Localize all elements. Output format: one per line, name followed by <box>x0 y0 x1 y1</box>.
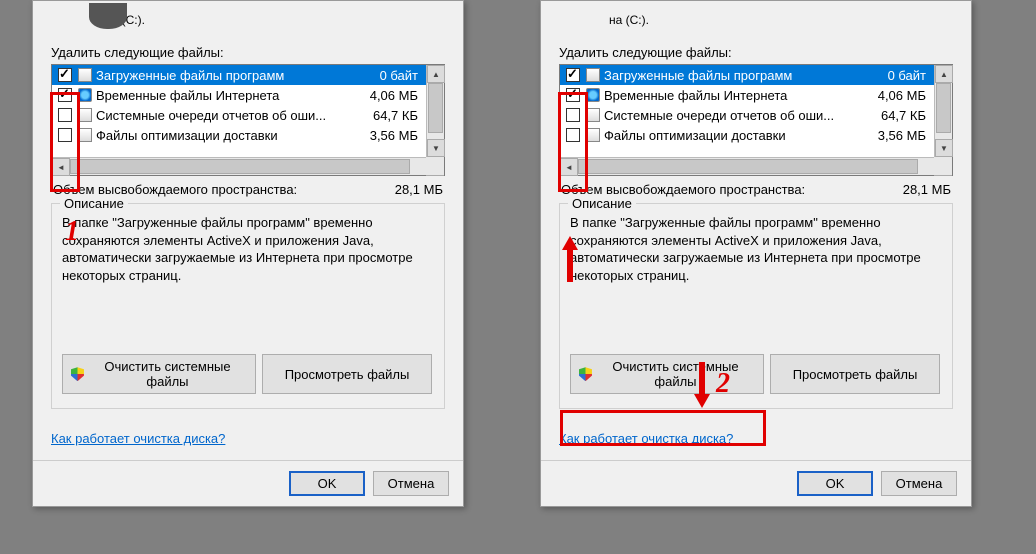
file-list: Загруженные файлы программ 0 байт Времен… <box>51 64 445 176</box>
files-to-delete-label: Удалить следующие файлы: <box>559 45 953 60</box>
scroll-thumb[interactable] <box>578 159 918 174</box>
file-row-delivery-opt[interactable]: Файлы оптимизации доставки 3,56 МБ <box>560 125 934 145</box>
drive-label: на (C:). <box>609 13 953 27</box>
description-legend: Описание <box>568 196 636 211</box>
drive-icon <box>89 3 127 29</box>
total-space-value: 28,1 МБ <box>903 182 951 197</box>
scroll-left-icon[interactable]: ◄ <box>52 158 70 176</box>
file-icon <box>586 68 600 82</box>
checkbox[interactable] <box>58 128 72 142</box>
file-name: Файлы оптимизации доставки <box>96 128 352 143</box>
file-size: 64,7 КБ <box>860 108 930 123</box>
view-files-button[interactable]: Просмотреть файлы <box>770 354 940 394</box>
scroll-left-icon[interactable]: ◄ <box>560 158 578 176</box>
checkbox[interactable] <box>58 68 72 82</box>
file-icon <box>586 108 600 122</box>
file-icon <box>586 128 600 142</box>
file-size: 0 байт <box>352 68 422 83</box>
globe-icon <box>78 88 92 102</box>
file-size: 4,06 МБ <box>860 88 930 103</box>
total-space-label: Объем высвобождаемого пространства: <box>53 182 297 197</box>
scroll-thumb[interactable] <box>428 83 443 133</box>
horizontal-scrollbar[interactable]: ◄ ► <box>52 157 444 175</box>
scroll-down-icon[interactable]: ▼ <box>427 139 445 157</box>
file-row-temp-internet[interactable]: Временные файлы Интернета 4,06 МБ <box>52 85 426 105</box>
scroll-corner <box>426 157 444 175</box>
clean-system-files-button[interactable]: Очистить системные файлы <box>570 354 764 394</box>
file-size: 3,56 МБ <box>860 128 930 143</box>
checkbox[interactable] <box>566 68 580 82</box>
checkbox[interactable] <box>566 108 580 122</box>
file-list: Загруженные файлы программ 0 байт Времен… <box>559 64 953 176</box>
file-icon <box>78 108 92 122</box>
file-icon <box>78 128 92 142</box>
description-group: Описание В папке "Загруженные файлы прог… <box>51 203 445 409</box>
file-size: 3,56 МБ <box>352 128 422 143</box>
cancel-button[interactable]: Отмена <box>881 471 957 496</box>
file-size: 0 байт <box>860 68 930 83</box>
scroll-up-icon[interactable]: ▲ <box>427 65 445 83</box>
file-row-system-reports[interactable]: Системные очереди отчетов об оши... 64,7… <box>52 105 426 125</box>
description-text: В папке "Загруженные файлы программ" вре… <box>570 214 942 284</box>
help-link[interactable]: Как работает очистка диска? <box>559 431 733 446</box>
file-name: Загруженные файлы программ <box>604 68 860 83</box>
globe-icon <box>586 88 600 102</box>
file-row-delivery-opt[interactable]: Файлы оптимизации доставки 3,56 МБ <box>52 125 426 145</box>
disk-cleanup-dialog-2: на (C:). Удалить следующие файлы: Загруж… <box>540 0 972 507</box>
file-name: Загруженные файлы программ <box>96 68 352 83</box>
disk-cleanup-dialog-1: на (C:). Удалить следующие файлы: Загруж… <box>32 0 464 507</box>
scroll-thumb[interactable] <box>70 159 410 174</box>
clean-system-files-button[interactable]: Очистить системные файлы <box>62 354 256 394</box>
file-name: Системные очереди отчетов об оши... <box>604 108 860 123</box>
file-row-downloaded-programs[interactable]: Загруженные файлы программ 0 байт <box>560 65 934 85</box>
horizontal-scrollbar[interactable]: ◄ ► <box>560 157 952 175</box>
checkbox[interactable] <box>566 128 580 142</box>
file-row-system-reports[interactable]: Системные очереди отчетов об оши... 64,7… <box>560 105 934 125</box>
file-row-temp-internet[interactable]: Временные файлы Интернета 4,06 МБ <box>560 85 934 105</box>
scroll-down-icon[interactable]: ▼ <box>935 139 953 157</box>
file-name: Системные очереди отчетов об оши... <box>96 108 352 123</box>
ok-button[interactable]: OK <box>797 471 873 496</box>
drive-label: на (C:). <box>105 13 445 27</box>
checkbox[interactable] <box>58 88 72 102</box>
checkbox[interactable] <box>58 108 72 122</box>
help-link[interactable]: Как работает очистка диска? <box>51 431 225 446</box>
file-row-downloaded-programs[interactable]: Загруженные файлы программ 0 байт <box>52 65 426 85</box>
file-size: 64,7 КБ <box>352 108 422 123</box>
file-name: Временные файлы Интернета <box>604 88 860 103</box>
ok-button[interactable]: OK <box>289 471 365 496</box>
file-name: Файлы оптимизации доставки <box>604 128 860 143</box>
scroll-corner <box>934 157 952 175</box>
view-files-button[interactable]: Просмотреть файлы <box>262 354 432 394</box>
vertical-scrollbar[interactable]: ▲ ▼ <box>934 65 952 157</box>
description-group: Описание В папке "Загруженные файлы прог… <box>559 203 953 409</box>
total-space-label: Объем высвобождаемого пространства: <box>561 182 805 197</box>
description-legend: Описание <box>60 196 128 211</box>
cancel-button[interactable]: Отмена <box>373 471 449 496</box>
files-to-delete-label: Удалить следующие файлы: <box>51 45 445 60</box>
scroll-thumb[interactable] <box>936 83 951 133</box>
file-name: Временные файлы Интернета <box>96 88 352 103</box>
vertical-scrollbar[interactable]: ▲ ▼ <box>426 65 444 157</box>
file-icon <box>78 68 92 82</box>
checkbox[interactable] <box>566 88 580 102</box>
file-size: 4,06 МБ <box>352 88 422 103</box>
scroll-up-icon[interactable]: ▲ <box>935 65 953 83</box>
description-text: В папке "Загруженные файлы программ" вре… <box>62 214 434 284</box>
total-space-value: 28,1 МБ <box>395 182 443 197</box>
